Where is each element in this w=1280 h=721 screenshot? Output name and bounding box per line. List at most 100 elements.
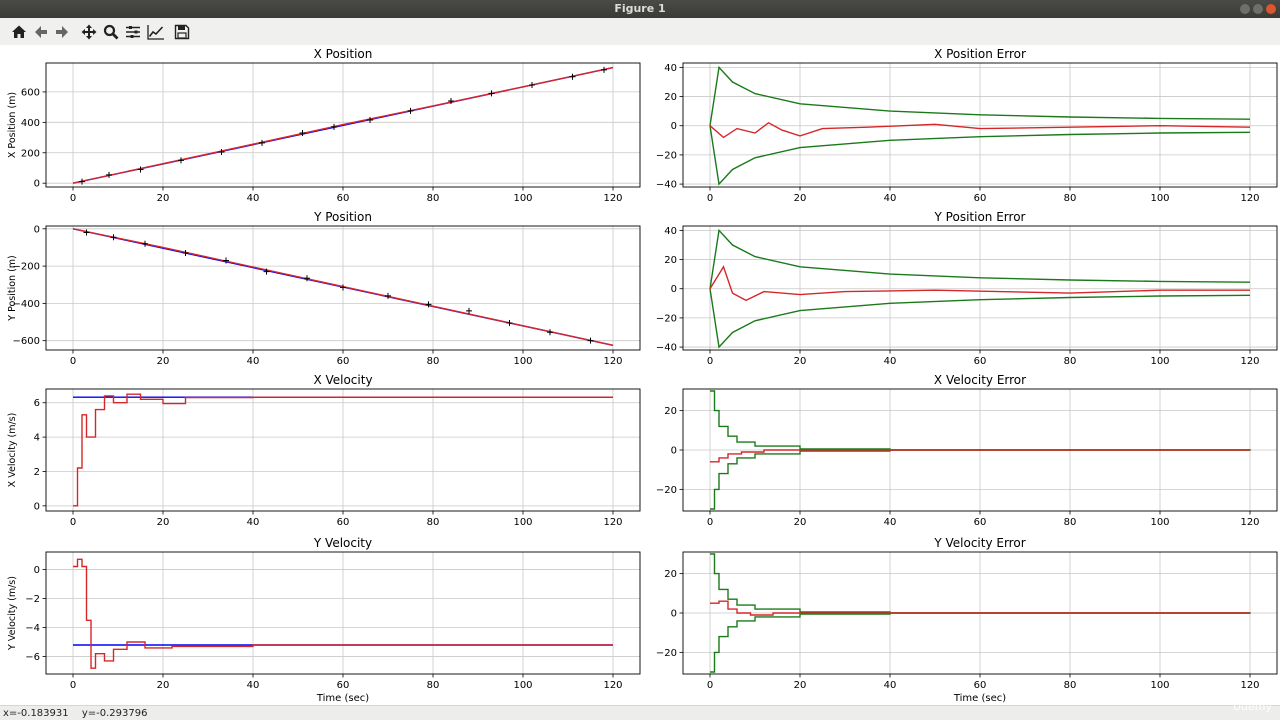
x-position-error-axes[interactable]: 0 20 40 60 80 100 120 −40 −20 0 20 40 X Position Err… bbox=[656, 47, 1278, 204]
x-tick-label: 0 bbox=[707, 356, 713, 367]
x-tick-label: 60 bbox=[337, 193, 350, 204]
measurement-point bbox=[547, 329, 553, 336]
x-tick-label: 60 bbox=[337, 356, 350, 367]
measurement-point bbox=[182, 250, 189, 257]
measurement-point bbox=[407, 107, 414, 114]
measurement-point bbox=[79, 178, 85, 185]
y-tick-label: 0 bbox=[34, 565, 40, 576]
x-tick-label: 0 bbox=[70, 193, 76, 204]
y-tick-label: 0 bbox=[34, 179, 40, 190]
x-position-axes[interactable]: 0 20 40 60 80 100 120 0 200 400 600 X Position X Pos… bbox=[7, 47, 641, 204]
x-tick-label: 40 bbox=[884, 517, 897, 528]
maximize-button[interactable] bbox=[1253, 4, 1263, 14]
x-tick-label: 120 bbox=[603, 356, 622, 367]
x-tick-label: 80 bbox=[427, 193, 440, 204]
chart-title: X Velocity Error bbox=[934, 373, 1026, 387]
x-tick-label: 0 bbox=[70, 680, 76, 691]
x-tick-label: 100 bbox=[513, 356, 532, 367]
home-button[interactable] bbox=[9, 22, 29, 42]
x-velocity-axes[interactable]: 0 20 40 60 80 100 120 0 2 4 6 X Velocity X Velocity … bbox=[7, 373, 641, 528]
x-tick-label: 120 bbox=[1240, 517, 1259, 528]
measurement-point bbox=[178, 157, 184, 164]
home-icon bbox=[12, 25, 26, 38]
y-tick-label: 200 bbox=[21, 148, 40, 159]
figure-svg: 0 20 40 60 80 100 1200200400600X PositionX Pos… bbox=[7, 47, 1278, 704]
zoom-button[interactable] bbox=[101, 22, 121, 42]
measurement-point bbox=[601, 66, 607, 73]
x-tick-label: 120 bbox=[603, 193, 622, 204]
y-axis-label: Y Velocity (m/s) bbox=[7, 576, 18, 651]
y-tick-label: −600 bbox=[13, 336, 40, 347]
forward-button[interactable] bbox=[52, 22, 72, 42]
x-tick-label: 40 bbox=[884, 680, 897, 691]
y-tick-label: 4 bbox=[34, 433, 40, 444]
x-tick-label: 20 bbox=[794, 680, 807, 691]
x-tick-label: 100 bbox=[513, 680, 532, 691]
edit-axes-icon bbox=[147, 25, 164, 40]
x-tick-label: 60 bbox=[974, 680, 987, 691]
y-position-error-axes[interactable]: 0 20 40 60 80 100 120 −40 −20 0 20 40 Y Position Err… bbox=[656, 210, 1278, 367]
x-tick-label: 0 bbox=[70, 356, 76, 367]
back-icon bbox=[35, 26, 47, 38]
x-tick-label: 40 bbox=[247, 356, 260, 367]
status-bar: x=-0.183931 y=-0.293796 bbox=[0, 705, 1280, 720]
subplots-button[interactable] bbox=[123, 22, 143, 42]
measurement-point bbox=[83, 229, 90, 236]
figure-canvas[interactable]: 0 20 40 60 80 100 120 0 200 400 600 X Position X Pos… bbox=[0, 45, 1280, 705]
measurement-point bbox=[488, 90, 495, 97]
navigation-toolbar bbox=[0, 18, 1280, 46]
chart-title: X Position bbox=[314, 47, 373, 61]
y-tick-label: −20 bbox=[656, 313, 677, 324]
x-tick-label: 40 bbox=[884, 193, 897, 204]
y-velocity-error-axes[interactable]: 0 20 40 60 80 100 120 −20 0 20 Y Velocity Error Tim… bbox=[656, 536, 1278, 704]
x-tick-label: 100 bbox=[1150, 193, 1169, 204]
y-tick-label: 0 bbox=[34, 501, 40, 512]
x-tick-label: 20 bbox=[794, 193, 807, 204]
x-tick-label: 120 bbox=[1240, 193, 1259, 204]
edit-axes-button[interactable] bbox=[146, 22, 166, 42]
window-titlebar: Figure 1 bbox=[0, 0, 1280, 18]
x-tick-label: 60 bbox=[974, 193, 987, 204]
zoom-icon bbox=[103, 24, 119, 40]
y-tick-label: 0 bbox=[671, 121, 677, 132]
subplots-icon bbox=[126, 26, 140, 38]
x-tick-label: 80 bbox=[1064, 193, 1077, 204]
y-velocity-axes[interactable]: 0 20 40 60 80 100 120 0 −2 −4 −6 Y Velocity Y Veloci… bbox=[7, 536, 641, 704]
measurement-point bbox=[259, 139, 265, 146]
x-tick-label: 80 bbox=[427, 517, 440, 528]
y-tick-label: 20 bbox=[664, 92, 677, 103]
chart-title: Y Velocity bbox=[313, 536, 372, 550]
x-velocity-error-axes[interactable]: 0 20 40 60 80 100 120 −20 0 20 X Velocity Error bbox=[656, 373, 1278, 528]
chart-title: Y Position bbox=[313, 210, 372, 224]
x-tick-label: 60 bbox=[974, 356, 987, 367]
minimize-button[interactable] bbox=[1240, 4, 1250, 14]
y-tick-label: −6 bbox=[25, 652, 40, 663]
measurement-point bbox=[110, 234, 117, 241]
pan-button[interactable] bbox=[79, 22, 99, 42]
x-tick-label: 40 bbox=[247, 517, 260, 528]
x-tick-label: 120 bbox=[603, 680, 622, 691]
close-button[interactable] bbox=[1266, 4, 1276, 14]
x-tick-label: 100 bbox=[513, 517, 532, 528]
measurement-point bbox=[106, 171, 112, 178]
save-button[interactable] bbox=[172, 22, 192, 42]
x-tick-label: 20 bbox=[157, 517, 170, 528]
x-tick-label: 100 bbox=[1150, 680, 1169, 691]
x-tick-label: 100 bbox=[1150, 356, 1169, 367]
y-tick-label: 2 bbox=[34, 467, 40, 478]
udemy-watermark: Udemy bbox=[1232, 700, 1272, 713]
y-axis-label: Y Position (m) bbox=[7, 255, 18, 322]
cursor-y-readout: y=-0.293796 bbox=[81, 708, 148, 719]
x-tick-label: 80 bbox=[1064, 356, 1077, 367]
y-tick-label: 400 bbox=[21, 118, 40, 129]
x-tick-label: 40 bbox=[247, 680, 260, 691]
y-tick-label: −20 bbox=[656, 648, 677, 659]
chart-title: Y Velocity Error bbox=[933, 536, 1025, 550]
y-tick-label: −20 bbox=[656, 485, 677, 496]
back-button[interactable] bbox=[31, 22, 51, 42]
y-tick-label: 0 bbox=[671, 284, 677, 295]
y-tick-label: 40 bbox=[664, 63, 677, 74]
x-tick-label: 80 bbox=[1064, 517, 1077, 528]
y-position-axes[interactable]: 0 20 40 60 80 100 1200−200−400−600Y PositionY … bbox=[7, 210, 641, 367]
pan-icon bbox=[81, 24, 97, 40]
